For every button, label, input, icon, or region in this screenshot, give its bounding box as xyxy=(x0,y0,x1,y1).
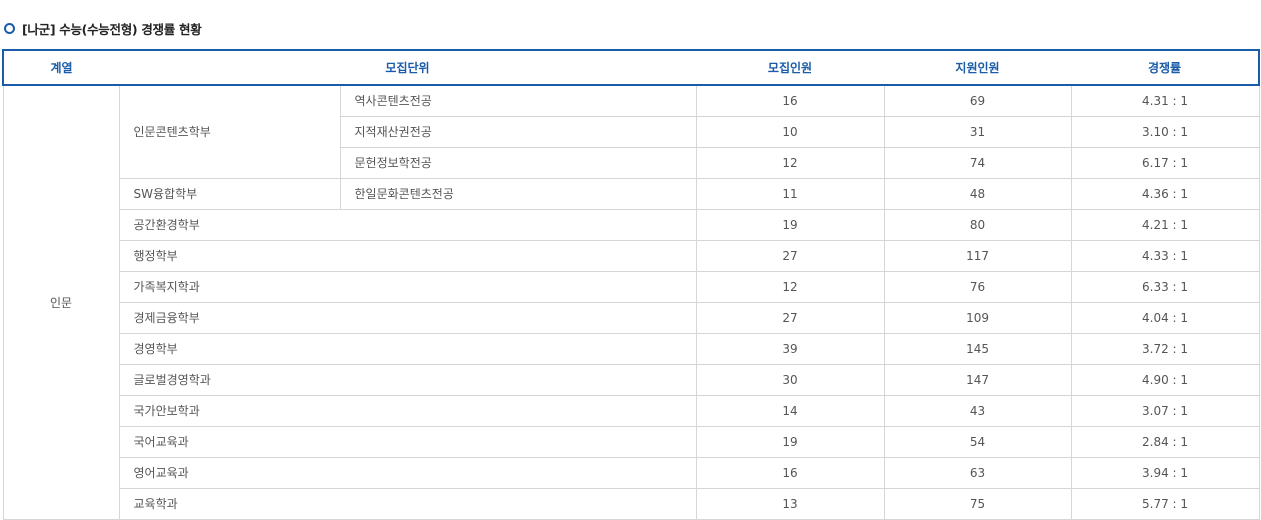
table-row: 경영학부 39 145 3.72 : 1 xyxy=(3,332,1260,365)
quota-cell: 14 xyxy=(695,394,885,427)
table-row: 공간환경학부 19 80 4.21 : 1 xyxy=(3,208,1260,241)
department-name: 영어교육과 xyxy=(118,456,697,489)
department-name: 글로벌경영학과 xyxy=(118,363,697,396)
rate-cell: 4.33 : 1 xyxy=(1070,239,1260,272)
department-name: 교육학과 xyxy=(118,487,697,520)
table-row: 국어교육과 19 54 2.84 : 1 xyxy=(3,425,1260,458)
applicants-cell: 63 xyxy=(883,456,1072,489)
quota-cell: 12 xyxy=(695,146,885,179)
rate-cell: 3.72 : 1 xyxy=(1070,332,1260,365)
table-row: 행정학부 27 117 4.33 : 1 xyxy=(3,239,1260,272)
quota-cell: 39 xyxy=(695,332,885,365)
major-name: 한일문화콘텐츠전공 xyxy=(339,177,697,210)
rate-cell: 6.17 : 1 xyxy=(1070,146,1260,179)
rate-cell: 4.36 : 1 xyxy=(1070,177,1260,210)
rate-cell: 6.33 : 1 xyxy=(1070,270,1260,303)
quota-cell: 16 xyxy=(695,84,885,117)
department-name: 국어교육과 xyxy=(118,425,697,458)
applicants-cell: 80 xyxy=(883,208,1072,241)
applicants-cell: 69 xyxy=(883,84,1072,117)
applicants-cell: 74 xyxy=(883,146,1072,179)
rate-cell: 3.10 : 1 xyxy=(1070,115,1260,148)
department-name: 경제금융학부 xyxy=(118,301,697,334)
header-category: 계열 xyxy=(2,49,119,86)
table-row: 가족복지학과 12 76 6.33 : 1 xyxy=(3,270,1260,303)
table-header-row: 계열 모집단위 모집인원 지원인원 경쟁률 xyxy=(2,49,1261,86)
applicants-cell: 109 xyxy=(883,301,1072,334)
header-unit: 모집단위 xyxy=(119,49,697,86)
applicants-cell: 147 xyxy=(883,363,1072,396)
department-name: 경영학부 xyxy=(118,332,697,365)
group-name: 인문콘텐츠학부 xyxy=(118,84,341,179)
header-applicants: 지원인원 xyxy=(884,49,1072,86)
table-row: 경제금융학부 27 109 4.04 : 1 xyxy=(3,301,1260,334)
quota-cell: 30 xyxy=(695,363,885,396)
applicants-cell: 48 xyxy=(883,177,1072,210)
department-name: 행정학부 xyxy=(118,239,697,272)
section-heading: [나군] 수능(수능전형) 경쟁률 현황 xyxy=(4,18,202,38)
table-row: 국가안보학과 14 43 3.07 : 1 xyxy=(3,394,1260,427)
table-row: 영어교육과 16 63 3.94 : 1 xyxy=(3,456,1260,489)
table-row: 글로벌경영학과 30 147 4.90 : 1 xyxy=(3,363,1260,396)
major-name: 역사콘텐츠전공 xyxy=(339,84,697,117)
quota-cell: 16 xyxy=(695,456,885,489)
competition-rate-table: 계열 모집단위 모집인원 지원인원 경쟁률 인문 인문콘텐츠학부 역사콘텐츠전공… xyxy=(2,49,1261,520)
applicants-cell: 76 xyxy=(883,270,1072,303)
applicants-cell: 54 xyxy=(883,425,1072,458)
applicants-cell: 75 xyxy=(883,487,1072,520)
rate-cell: 4.21 : 1 xyxy=(1070,208,1260,241)
rate-cell: 3.07 : 1 xyxy=(1070,394,1260,427)
department-name: 공간환경학부 xyxy=(118,208,697,241)
quota-cell: 27 xyxy=(695,301,885,334)
table-row: 인문 인문콘텐츠학부 역사콘텐츠전공 16 69 4.31 : 1 xyxy=(2,84,1260,520)
rate-cell: 3.94 : 1 xyxy=(1070,456,1260,489)
section-title: [나군] 수능(수능전형) 경쟁률 현황 xyxy=(22,21,202,37)
quota-cell: 10 xyxy=(695,115,885,148)
applicants-cell: 117 xyxy=(883,239,1072,272)
quota-cell: 19 xyxy=(695,208,885,241)
table-row: 교육학과 13 75 5.77 : 1 xyxy=(3,487,1260,520)
rate-cell: 4.90 : 1 xyxy=(1070,363,1260,396)
quota-cell: 12 xyxy=(695,270,885,303)
rate-cell: 4.31 : 1 xyxy=(1070,84,1260,117)
quota-cell: 13 xyxy=(695,487,885,520)
rate-cell: 2.84 : 1 xyxy=(1070,425,1260,458)
department-name: 가족복지학과 xyxy=(118,270,697,303)
header-rate: 경쟁률 xyxy=(1071,49,1261,86)
circle-bullet-icon xyxy=(4,22,15,34)
applicants-cell: 43 xyxy=(883,394,1072,427)
major-name: 문헌정보학전공 xyxy=(339,146,697,179)
quota-cell: 27 xyxy=(695,239,885,272)
applicants-cell: 31 xyxy=(883,115,1072,148)
table-row: SW융합학부 한일문화콘텐츠전공 11 48 4.36 : 1 xyxy=(3,177,1260,210)
quota-cell: 11 xyxy=(695,177,885,210)
department-name: 국가안보학과 xyxy=(118,394,697,427)
quota-cell: 19 xyxy=(695,425,885,458)
category-cell: 인문 xyxy=(2,84,120,520)
group-name: SW융합학부 xyxy=(118,177,341,210)
rate-cell: 4.04 : 1 xyxy=(1070,301,1260,334)
rate-cell: 5.77 : 1 xyxy=(1070,487,1260,520)
major-name: 지적재산권전공 xyxy=(339,115,697,148)
applicants-cell: 145 xyxy=(883,332,1072,365)
header-quota: 모집인원 xyxy=(696,49,885,86)
